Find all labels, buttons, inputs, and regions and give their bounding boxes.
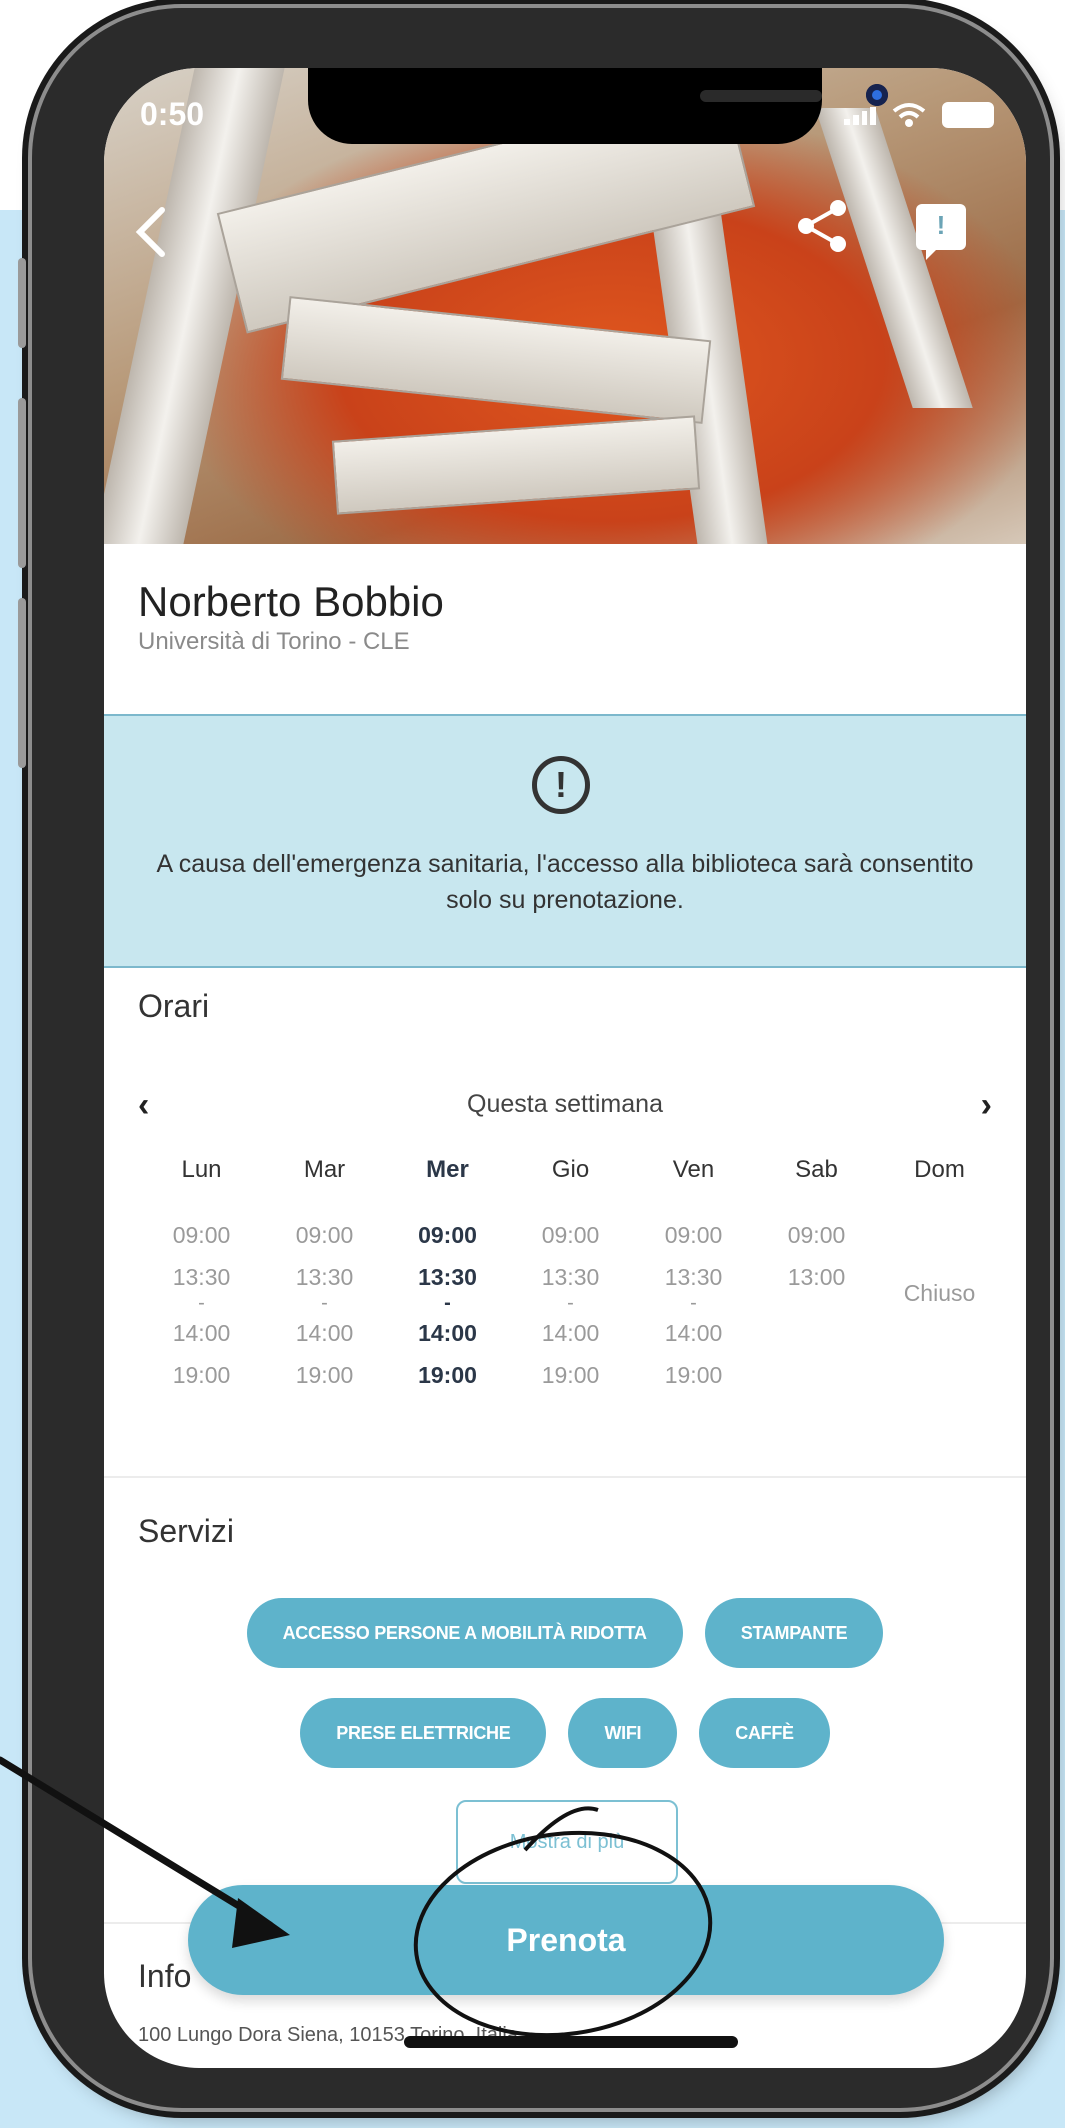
closing-time: 19:00 [664,1362,723,1388]
next-week-button[interactable]: › [981,1086,992,1125]
time-separator: - [567,1292,574,1314]
closing-time: 19:00 [295,1362,354,1388]
day-name: Mar [303,1156,346,1183]
status-icons [844,102,994,128]
time-separator: - [444,1292,451,1314]
signal-icon [844,105,876,125]
day-name: Sab [795,1156,838,1183]
opening-time: 09:00 [664,1222,723,1248]
closed-label: Chiuso [903,1280,976,1306]
time-separator: - [198,1292,205,1314]
day-column-gio: Gio 09:00 13:30 - 14:00 19:00 [509,1156,632,1396]
info-title: Info [138,1958,192,1994]
opening-time: 14:00 [418,1320,477,1346]
day-column-dom: Dom Chiuso [878,1156,1001,1396]
mute-switch [18,258,26,348]
share-icon[interactable] [794,198,850,254]
battery-icon [942,102,994,128]
day-name: Mer [426,1156,469,1183]
time-separator: - [690,1292,697,1314]
opening-time: 14:00 [172,1320,231,1346]
service-chip-wifi[interactable]: WIFI [568,1698,678,1768]
show-more-button[interactable]: Mostra di più [456,1800,678,1884]
opening-time: 09:00 [172,1222,231,1248]
closing-time: 19:00 [172,1362,231,1388]
home-indicator[interactable] [404,2036,738,2048]
services-title: Servizi [138,1513,235,1549]
services-row-2: PRESE ELETTRICHE WIFI CAFFÈ [104,1698,1026,1768]
opening-time: 14:00 [664,1320,723,1346]
opening-time: 09:00 [418,1222,477,1248]
library-affiliation: Università di Torino - CLE [138,628,410,655]
week-label: Questa settimana [467,1090,663,1118]
status-time: 0:50 [140,96,205,132]
day-column-ven: Ven 09:00 13:30 - 14:00 19:00 [632,1156,755,1396]
opening-time: 14:00 [295,1320,354,1346]
back-chevron-icon[interactable] [130,204,170,260]
opening-hours-grid: Lun 09:00 13:30 - 14:00 19:00 Mar 09:00 … [140,1156,1001,1396]
device-notch [308,68,888,144]
section-divider [104,1476,1026,1478]
hours-title: Orari [138,988,210,1024]
service-chip-accessibility[interactable]: ACCESSO PERSONE A MOBILITÀ RIDOTTA [246,1598,683,1668]
closing-time: 19:00 [541,1362,600,1388]
notice-banner: ! A causa dell'emergenza sanitaria, l'ac… [104,714,1026,968]
opening-time: 09:00 [295,1222,354,1248]
day-column-mer: Mer 09:00 13:30 - 14:00 19:00 [386,1156,509,1396]
time-separator: - [321,1292,328,1314]
services-row-1: ACCESSO PERSONE A MOBILITÀ RIDOTTA STAMP… [104,1598,1026,1668]
opening-time: 14:00 [541,1320,600,1346]
volume-down-button [18,598,26,768]
closing-time: 13:00 [787,1264,846,1290]
library-name: Norberto Bobbio [138,578,444,625]
day-name: Lun [181,1156,222,1183]
day-column-mar: Mar 09:00 13:30 - 14:00 19:00 [263,1156,386,1396]
opening-time: 09:00 [787,1222,846,1248]
day-column-lun: Lun 09:00 13:30 - 14:00 19:00 [140,1156,263,1396]
app-screen: 0:50 ! Norberto Bobbio Università di Tor… [104,68,1026,2068]
service-chip-printer[interactable]: STAMPANTE [704,1598,884,1668]
day-column-sab: Sab 09:00 13:00 [755,1156,878,1396]
week-navigator: ‹ Questa settimana › [104,1086,1026,1126]
book-button[interactable]: Prenota [188,1885,944,1995]
wifi-icon [892,103,926,127]
alert-circle-icon: ! [532,756,590,814]
notice-text: A causa dell'emergenza sanitaria, l'acce… [156,850,974,914]
report-icon[interactable]: ! [916,204,966,260]
speaker-grille [700,90,822,102]
volume-up-button [18,398,26,568]
day-name: Gio [551,1156,590,1183]
service-chip-coffee[interactable]: CAFFÈ [699,1698,830,1768]
day-name: Dom [914,1156,965,1183]
closing-time: 19:00 [418,1362,477,1388]
service-chip-power-outlets[interactable]: PRESE ELETTRICHE [300,1698,547,1768]
opening-time: 09:00 [541,1222,600,1248]
day-name: Ven [672,1156,715,1183]
